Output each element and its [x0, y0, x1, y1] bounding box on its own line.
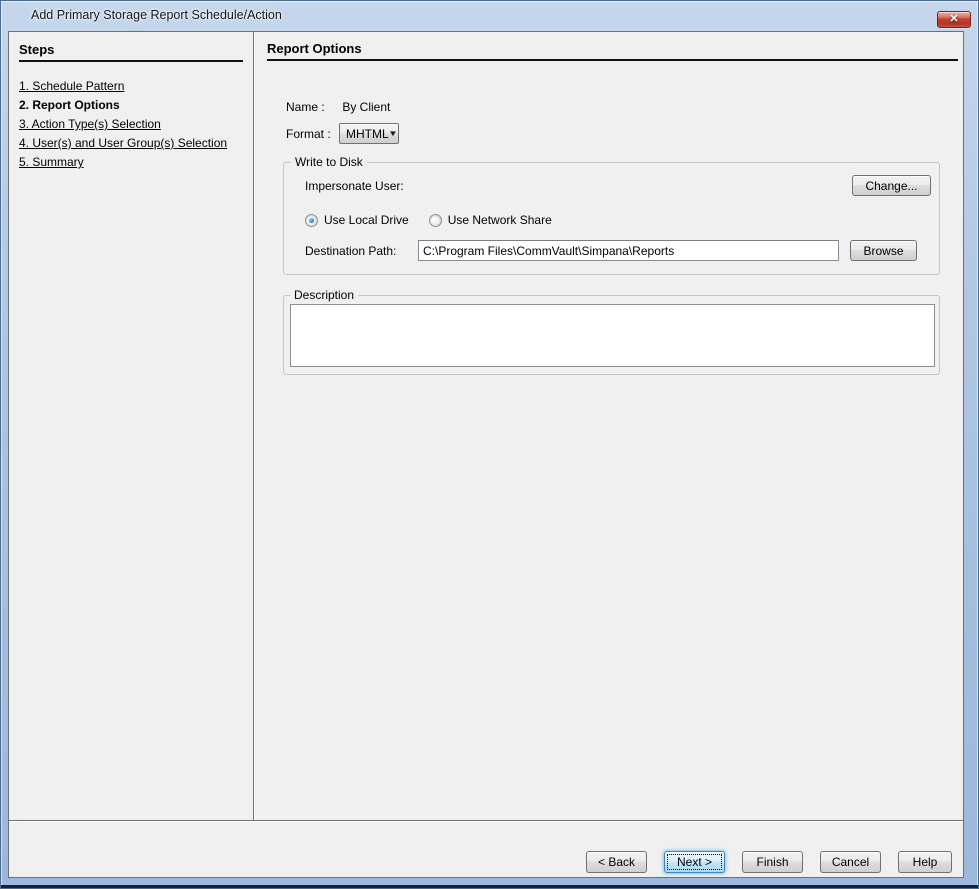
name-row: Name : By Client	[286, 100, 958, 115]
dialog-window: Add Primary Storage Report Schedule/Acti…	[0, 0, 979, 889]
name-label: Name :	[286, 100, 339, 115]
step-item-schedule-pattern[interactable]: 1. Schedule Pattern	[19, 79, 243, 93]
step-item-summary[interactable]: 5. Summary	[19, 155, 243, 169]
step-item-action-type-selection[interactable]: 3. Action Type(s) Selection	[19, 117, 243, 131]
steps-heading: Steps	[19, 43, 243, 62]
chevron-down-icon: ▼	[388, 130, 398, 138]
window-bottom-edge	[1, 885, 978, 888]
back-button[interactable]: < Back	[586, 851, 647, 873]
change-button[interactable]: Change...	[852, 175, 931, 196]
close-button[interactable]: ✕	[937, 11, 971, 28]
radio-icon	[305, 214, 318, 227]
impersonate-user-label: Impersonate User:	[305, 179, 404, 193]
step-item-users-groups-selection[interactable]: 4. User(s) and User Group(s) Selection	[19, 136, 243, 150]
write-to-disk-group: Write to Disk Impersonate User: Change..…	[283, 155, 940, 275]
description-legend: Description	[290, 288, 358, 302]
wizard-panels: Steps 1. Schedule Pattern 2. Report Opti…	[9, 32, 963, 821]
help-button[interactable]: Help	[898, 851, 952, 873]
drive-type-row: Use Local Drive Use Network Share	[305, 213, 931, 227]
radio-icon	[429, 214, 442, 227]
finish-button[interactable]: Finish	[742, 851, 803, 873]
close-icon: ✕	[949, 14, 958, 25]
name-value: By Client	[342, 100, 390, 114]
browse-button[interactable]: Browse	[850, 240, 917, 261]
format-select[interactable]: MHTML ▼	[339, 123, 399, 144]
title-bar[interactable]: Add Primary Storage Report Schedule/Acti…	[1, 1, 978, 31]
impersonate-row: Impersonate User: Change...	[305, 175, 931, 196]
use-network-share-label: Use Network Share	[448, 213, 552, 227]
format-selected-value: MHTML	[346, 127, 389, 141]
use-local-drive-radio[interactable]: Use Local Drive	[305, 213, 409, 227]
dialog-content: Steps 1. Schedule Pattern 2. Report Opti…	[8, 31, 964, 878]
use-local-drive-label: Use Local Drive	[324, 213, 409, 227]
destination-path-input[interactable]	[418, 240, 839, 261]
page-title: Report Options	[267, 42, 958, 61]
format-label: Format :	[286, 127, 339, 141]
step-link[interactable]: 5. Summary	[19, 155, 84, 169]
description-group: Description	[283, 288, 940, 375]
next-button[interactable]: Next >	[664, 851, 725, 873]
description-textarea[interactable]	[290, 304, 935, 367]
steps-panel: Steps 1. Schedule Pattern 2. Report Opti…	[9, 32, 254, 820]
destination-path-label: Destination Path:	[305, 244, 418, 258]
cancel-button[interactable]: Cancel	[820, 851, 881, 873]
step-link[interactable]: 1. Schedule Pattern	[19, 79, 124, 93]
step-link[interactable]: 3. Action Type(s) Selection	[19, 117, 161, 131]
write-to-disk-legend: Write to Disk	[291, 155, 367, 169]
footer-button-bar: < Back Next > Finish Cancel Help	[9, 821, 963, 877]
report-options-panel: Report Options Name : By Client Format :…	[254, 32, 963, 820]
step-link[interactable]: 4. User(s) and User Group(s) Selection	[19, 136, 227, 150]
use-network-share-radio[interactable]: Use Network Share	[429, 213, 552, 227]
steps-list: 1. Schedule Pattern 2. Report Options 3.…	[19, 79, 243, 169]
destination-row: Destination Path: Browse	[305, 240, 931, 261]
format-row: Format : MHTML ▼	[286, 123, 958, 144]
window-title: Add Primary Storage Report Schedule/Acti…	[31, 8, 282, 22]
step-item-report-options[interactable]: 2. Report Options	[19, 98, 243, 112]
step-link-current: 2. Report Options	[19, 98, 120, 112]
